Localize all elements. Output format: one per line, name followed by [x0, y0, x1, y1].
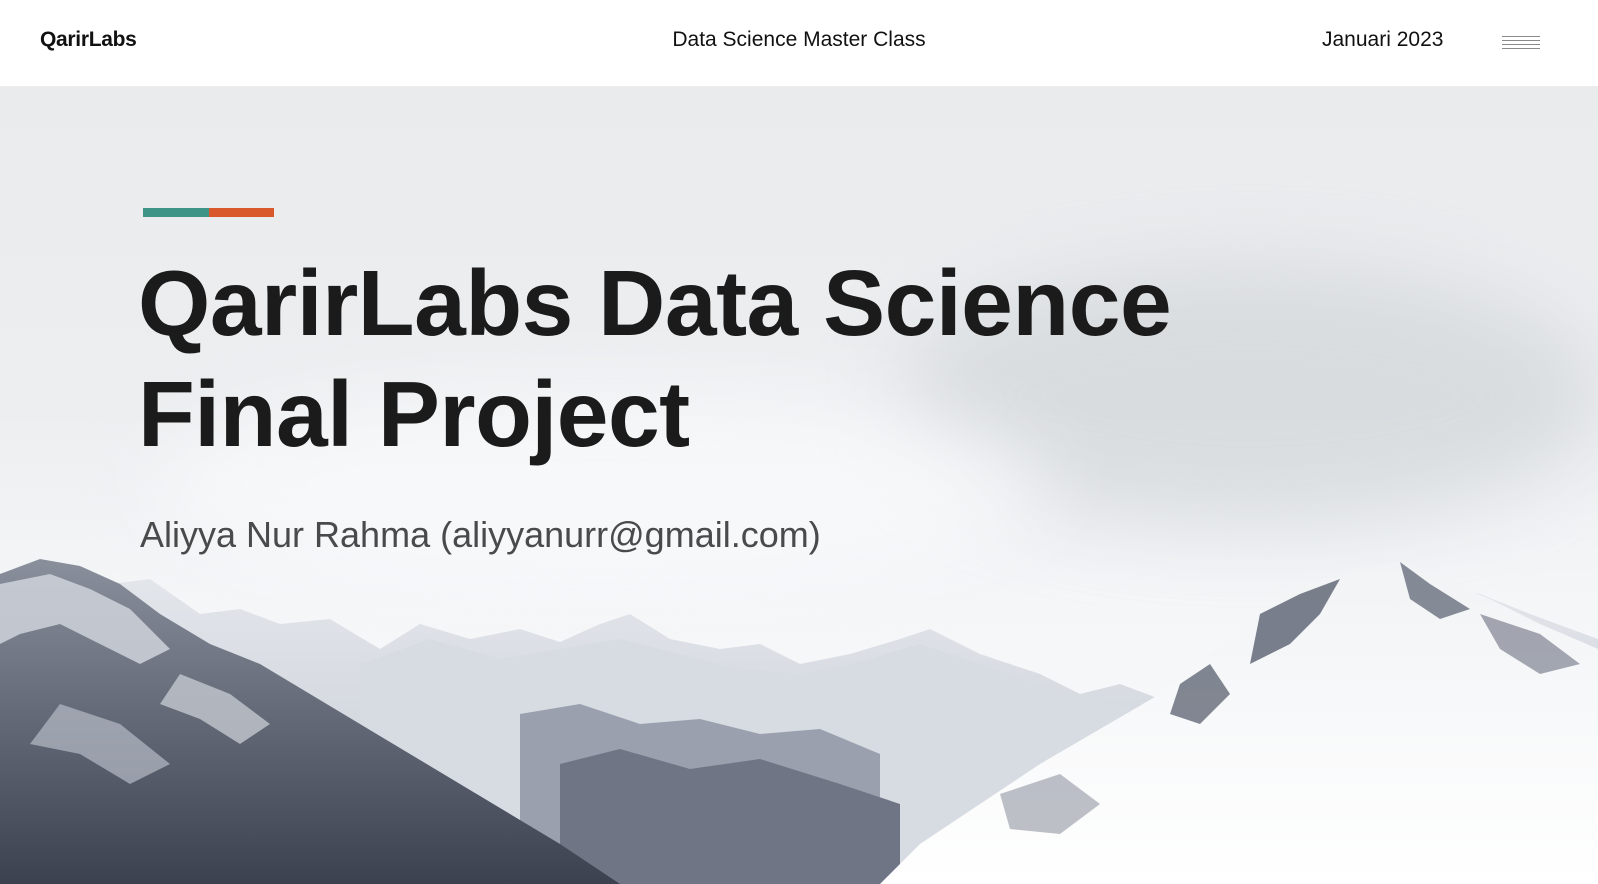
hero-background-image — [0, 86, 1598, 884]
slide-title: QarirLabs Data Science Final Project — [138, 248, 1458, 470]
date-label: Januari 2023 — [1322, 28, 1444, 51]
hamburger-menu-icon[interactable] — [1500, 34, 1542, 54]
accent-orange-segment — [209, 208, 274, 217]
slide-page: QarirLabs Data Science Master Class Janu… — [0, 0, 1598, 884]
top-bar: QarirLabs Data Science Master Class Janu… — [0, 0, 1598, 86]
author-line: Aliyya Nur Rahma (aliyyanurr@gmail.com) — [140, 514, 821, 555]
accent-teal-segment — [143, 208, 209, 217]
mountain-range-illustration — [0, 559, 1598, 884]
slide-title-line-1: QarirLabs Data Science — [138, 251, 1172, 355]
slide-title-line-2: Final Project — [138, 362, 690, 466]
accent-bar — [143, 208, 274, 217]
